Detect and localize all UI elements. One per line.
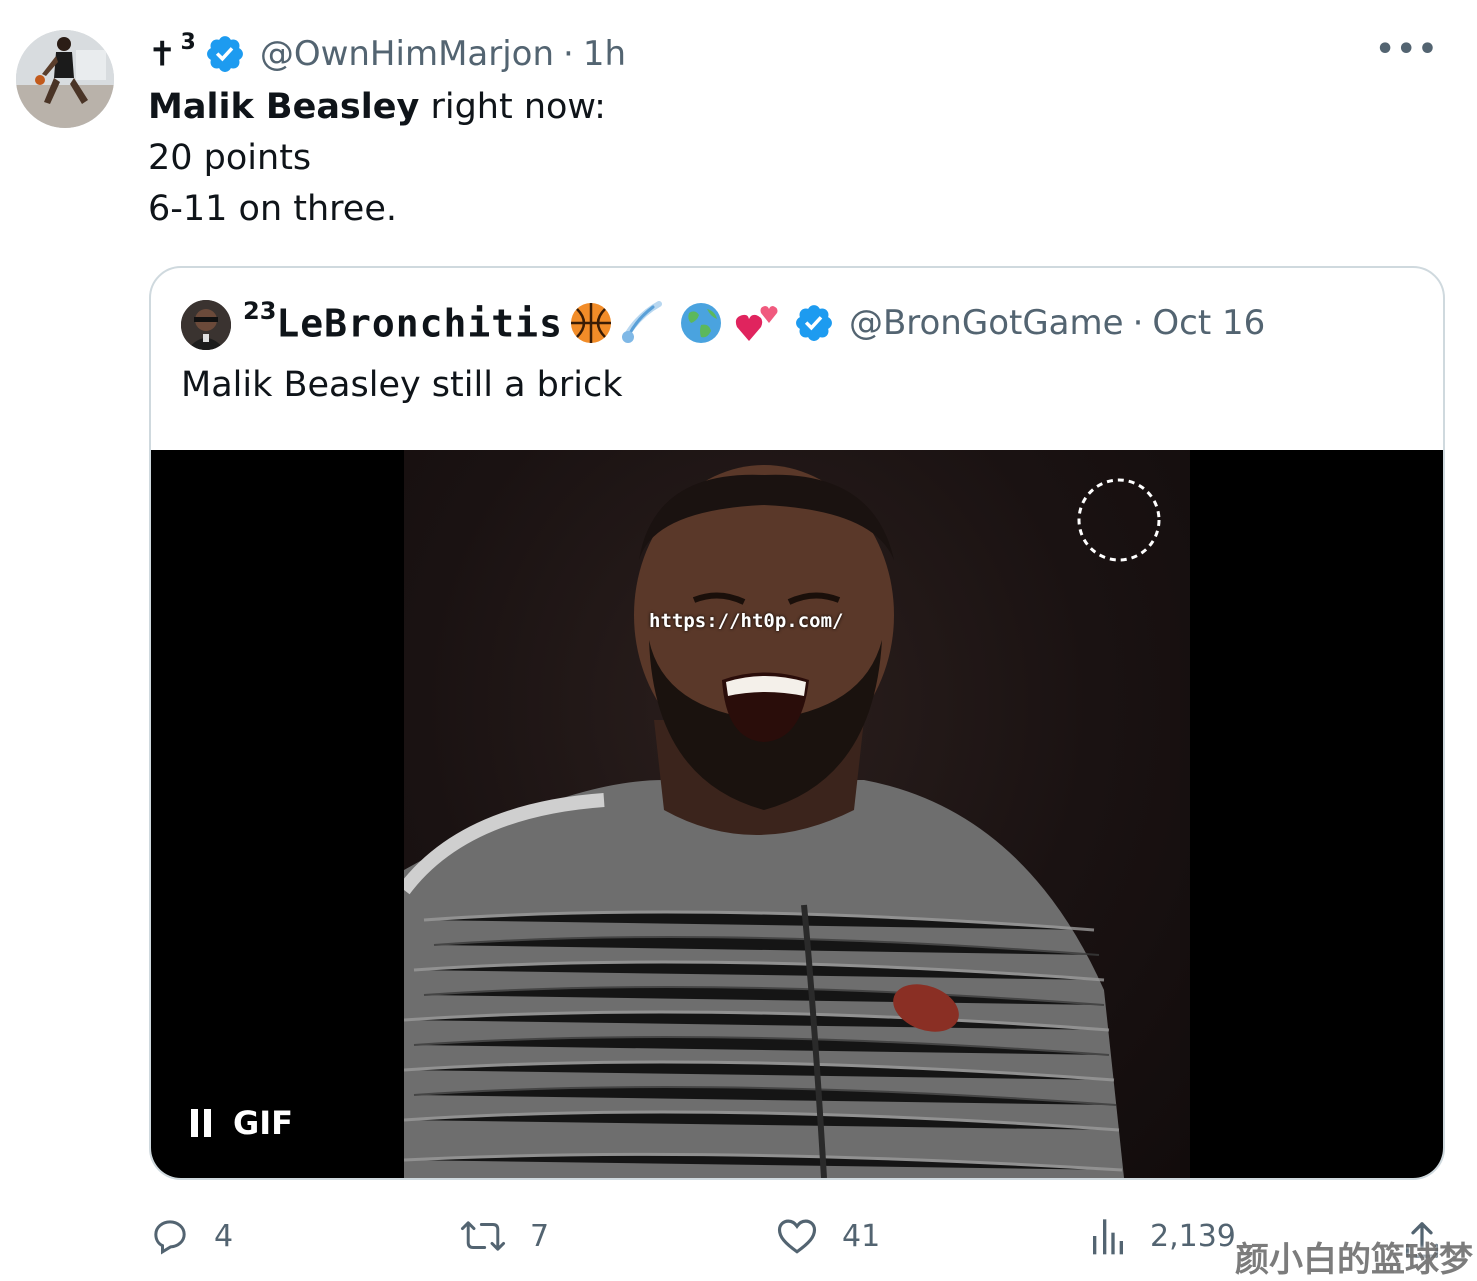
verified-badge-icon [206,36,243,72]
tweet-header: ✝ 3 @OwnHimMarjon · 1h [148,26,626,82]
quoted-tweet-time[interactable]: Oct 16 [1152,303,1265,343]
tweet-text-line-2: 20 points [148,138,312,178]
view-count: 2,139 [1150,1218,1236,1254]
author-handle[interactable]: @OwnHimMarjon [260,34,554,74]
quoted-tweet-card[interactable]: 23LeBronchitis @BronGotGame · Oct 16 Mal… [149,266,1445,1180]
retweet-button[interactable]: 7 [460,1208,549,1264]
retweet-count: 7 [530,1218,550,1254]
like-button[interactable]: 41 [776,1208,880,1264]
like-count: 41 [842,1218,881,1254]
basketball-icon [570,303,611,343]
quoted-tweet-text: Malik Beasley still a brick [181,365,623,405]
more-options-button[interactable]: ••• [1375,30,1439,70]
retweet-icon [460,1221,506,1251]
pause-icon [191,1109,198,1137]
reply-button[interactable]: 4 [150,1208,233,1264]
tweet-text-line-1: Malik Beasley right now: [148,82,606,132]
views-button[interactable]: 2,139 [1090,1208,1236,1264]
quoted-tweet-header: 23LeBronchitis @BronGotGame · Oct 16 [243,294,1265,352]
reply-icon [154,1220,186,1255]
hearts-icon [735,306,778,341]
corner-watermark: 颜小白的篮球梦 [1235,1240,1473,1280]
quoted-author-name[interactable]: 23LeBronchitis [243,297,563,346]
quoted-author-avatar[interactable] [181,300,231,350]
tweet-time[interactable]: 1h [583,34,626,74]
verified-badge-icon [796,305,832,341]
separator-dot: · [1132,303,1144,343]
heart-icon [777,1219,817,1254]
mention-bold: Malik Beasley [148,87,420,127]
globe-icon [680,303,721,343]
reply-count: 4 [214,1218,234,1254]
gif-label: GIF [233,1104,294,1142]
author-avatar[interactable] [16,30,114,128]
tweet-text-rest: right now: [419,87,606,127]
laughing-man-image [404,465,1161,1178]
gif-frame [404,450,1190,1178]
overlay-url-watermark: https://ht0p.com/ [649,610,844,632]
views-chart-icon [1093,1219,1123,1255]
tweet-text-line-3: 6-11 on three. [148,189,397,229]
comet-icon [621,301,662,343]
gif-media[interactable]: https://ht0p.com/ GIF [151,450,1443,1178]
separator-dot: · [563,34,574,74]
author-name[interactable]: ✝ 3 [148,30,196,74]
quoted-author-handle[interactable]: @BronGotGame [849,303,1124,343]
gif-pause-button[interactable]: GIF [191,1104,293,1142]
